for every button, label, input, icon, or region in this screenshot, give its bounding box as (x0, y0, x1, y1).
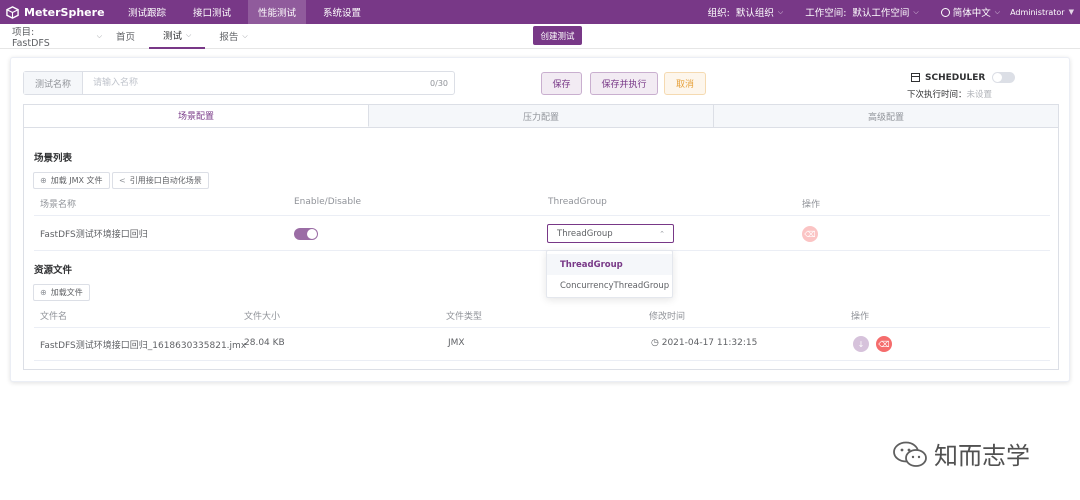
subnav-report-label: 报告 (219, 32, 239, 43)
next-run-label: 下次执行时间： (907, 90, 967, 100)
col-scene-name: 场景名称 (40, 200, 77, 210)
file-modified: ◷ 2021-04-17 11:32:15 (651, 338, 757, 348)
load-jmx-button[interactable]: ⊕ 加载 JMX 文件 (33, 172, 110, 189)
subnav-test-label: 测试 (163, 31, 183, 42)
chevron-down-icon: ⌵ (994, 7, 1001, 16)
scene-name: FastDFS测试环境接口回归 (40, 230, 148, 240)
col-file-actions: 操作 (851, 312, 870, 322)
scheduler-label: SCHEDULER (925, 72, 986, 83)
subnav-test[interactable]: 测试 ⌵ (149, 24, 206, 49)
load-file-button[interactable]: ⊕ 加载文件 (33, 284, 90, 301)
load-file-label: 加载文件 (50, 288, 83, 297)
upload-icon: ⊕ (40, 176, 47, 185)
dropdown-option-concurrency[interactable]: ConcurrencyThreadGroup (547, 275, 672, 296)
tab-pressure-config[interactable]: 压力配置 (369, 105, 714, 127)
clock-icon: ◷ (651, 338, 659, 348)
workspace-selector[interactable]: 默认工作空间 (852, 5, 909, 19)
subnav-report[interactable]: 报告 ⌵ (205, 24, 261, 49)
chevron-down-icon: ⌵ (186, 30, 192, 39)
next-run-value: 未设置 (966, 90, 993, 100)
divider (34, 250, 1050, 251)
workspace-label: 工作空间: (805, 8, 847, 19)
cancel-button[interactable]: 取消 (664, 72, 706, 95)
scene-config-panel: 场景列表 ⊕ 加载 JMX 文件 < 引用接口自动化场景 场景名称 Enable… (23, 128, 1059, 370)
threadgroup-dropdown: ThreadGroup ConcurrencyThreadGroup (546, 250, 673, 298)
file-size: 28.04 KB (244, 338, 285, 348)
upload-icon: ⊕ (40, 288, 47, 297)
delete-scene-button[interactable]: ⌫ (802, 226, 818, 242)
divider (34, 327, 1050, 328)
app-name: MeterSphere (24, 5, 105, 19)
file-name: FastDFS测试环境接口回归_1618630335821.jmx (40, 341, 247, 351)
chevron-down-icon: ⌵ (242, 31, 248, 40)
watermark: 知而志学 (892, 436, 1030, 471)
reference-scenario-button[interactable]: < 引用接口自动化场景 (112, 172, 209, 189)
wechat-icon (893, 441, 927, 467)
scene-list-title: 场景列表 (34, 153, 73, 164)
trash-icon: ⌫ (804, 229, 816, 239)
threadgroup-select[interactable]: ThreadGroup ⌃ (547, 224, 674, 243)
watermark-text: 知而志学 (934, 442, 1030, 470)
save-button[interactable]: 保存 (541, 72, 582, 95)
resource-files-title: 资源文件 (34, 265, 73, 276)
col-modified: 修改时间 (649, 312, 686, 322)
col-scene-actions: 操作 (802, 200, 821, 210)
project-name: 项目: FastDFS (12, 26, 50, 49)
chevron-down-icon: ⌵ (913, 7, 919, 16)
col-file-type: 文件类型 (446, 312, 483, 322)
load-jmx-label: 加载 JMX 文件 (50, 176, 103, 185)
create-test-button[interactable]: 创建测试 (533, 26, 582, 45)
col-threadgroup: ThreadGroup (548, 197, 607, 207)
divider (34, 215, 1050, 216)
scene-enable-switch[interactable] (294, 228, 318, 240)
save-execute-button[interactable]: 保存并执行 (590, 72, 658, 95)
language-selector[interactable]: 简体中文 (953, 5, 991, 19)
tab-scene-config[interactable]: 场景配置 (24, 105, 369, 127)
config-tabs: 场景配置 压力配置 高级配置 (23, 104, 1059, 128)
nav-performance-test[interactable]: 性能测试 (248, 0, 307, 24)
nav-api-test[interactable]: 接口测试 (183, 0, 241, 24)
project-selector[interactable]: 项目: FastDFS ⌵ (0, 24, 102, 49)
col-file-name: 文件名 (40, 312, 68, 322)
nav-test-tracking[interactable]: 测试跟踪 (118, 0, 176, 24)
globe-icon (940, 7, 950, 17)
subnav-home[interactable]: 首页 (102, 24, 149, 49)
nav-system-settings[interactable]: 系统设置 (313, 0, 371, 24)
chevron-up-icon: ⌃ (659, 229, 665, 238)
scheduler-switch[interactable] (992, 72, 1016, 83)
user-menu[interactable]: Administrator (1010, 8, 1065, 17)
top-navbar: MeterSphere 测试跟踪 接口测试 性能测试 系统设置 组织: 默认组织… (0, 0, 1080, 24)
col-file-size: 文件大小 (244, 312, 281, 322)
threadgroup-select-value: ThreadGroup (557, 228, 613, 239)
file-type: JMX (448, 338, 465, 348)
next-run-info: 下次执行时间：未设置 (907, 88, 992, 100)
delete-file-button[interactable]: ⌫ (876, 336, 892, 352)
test-name-field: 测试名称 0/30 (23, 71, 455, 95)
download-file-button[interactable]: ↓ (853, 336, 869, 352)
file-modified-value: 2021-04-17 11:32:15 (661, 338, 758, 348)
metersphere-logo-icon (6, 5, 19, 19)
sub-navbar: 项目: FastDFS ⌵ 首页 测试 ⌵ 报告 ⌵ 创建测试 (0, 24, 1080, 49)
share-icon: < (119, 176, 126, 185)
caret-down-icon: ▼ (1068, 8, 1074, 16)
reference-scenario-label: 引用接口自动化场景 (129, 176, 202, 185)
test-name-label: 测试名称 (24, 72, 83, 94)
calendar-icon (911, 73, 920, 82)
org-label: 组织: (707, 8, 730, 19)
test-config-card: 测试名称 0/30 保存 保存并执行 取消 SCHEDULER 下次执行时间：未… (10, 57, 1070, 382)
trash-icon: ⌫ (878, 339, 890, 349)
name-char-count: 0/30 (430, 78, 448, 88)
chevron-down-icon: ⌵ (777, 7, 784, 16)
divider (34, 360, 1050, 361)
col-enable: Enable/Disable (294, 197, 362, 207)
app-logo[interactable]: MeterSphere (0, 6, 118, 19)
tab-advanced-config[interactable]: 高级配置 (714, 105, 1058, 127)
dropdown-option-threadgroup[interactable]: ThreadGroup (547, 254, 672, 275)
download-icon: ↓ (857, 339, 865, 349)
org-selector[interactable]: 默认组织 (736, 5, 774, 19)
scheduler-control: SCHEDULER (911, 72, 1016, 83)
test-name-input[interactable] (83, 73, 431, 93)
